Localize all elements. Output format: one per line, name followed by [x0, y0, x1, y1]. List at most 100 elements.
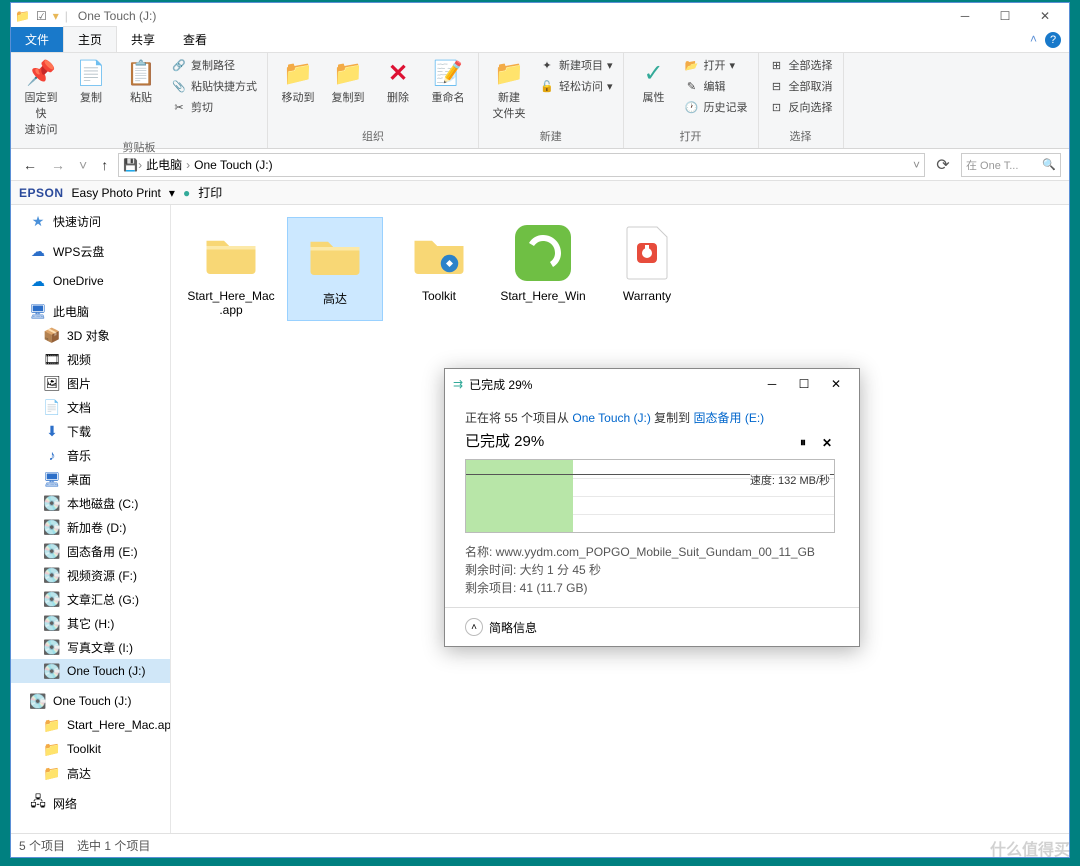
folder-icon: 📁 — [43, 716, 61, 734]
copy-path-button[interactable]: 🔗复制路径 — [167, 55, 261, 75]
watermark: 什么值得买 — [990, 836, 1070, 860]
print-icon: ● — [183, 186, 190, 200]
sidebar-drive-i[interactable]: 💽写真文章 (I:) — [11, 635, 170, 659]
file-item[interactable]: Toolkit — [391, 217, 487, 321]
delete-icon: ✕ — [382, 57, 414, 89]
sidebar-drive-c[interactable]: 💽本地磁盘 (C:) — [11, 491, 170, 515]
disk-icon: 💽 — [43, 614, 61, 632]
sidebar-thispc[interactable]: 🖥此电脑 — [11, 299, 170, 323]
collapse-ribbon-icon[interactable]: ˄ — [1030, 32, 1037, 46]
maximize-button[interactable]: ☐ — [985, 4, 1025, 28]
dest-link[interactable]: 固态备用 (E:) — [694, 411, 765, 425]
sidebar-onetouch[interactable]: 💽One Touch (J:) — [11, 689, 170, 713]
sidebar-pictures[interactable]: 🖼图片 — [11, 371, 170, 395]
picture-icon: 🖼 — [43, 374, 61, 392]
qat-folder-icon[interactable]: ▾ — [53, 9, 59, 23]
brief-info-toggle[interactable]: ˄ 简略信息 — [445, 607, 859, 646]
sidebar-network[interactable]: 🖧网络 — [11, 791, 170, 815]
sidebar-wps[interactable]: ☁WPS云盘 — [11, 239, 170, 263]
cut-button[interactable]: ✂剪切 — [167, 97, 261, 117]
navigation-bar: ← → ˅ ↑ 💾 › 此电脑 › One Touch (J:) ˅ ⟳ 在 O… — [11, 149, 1069, 181]
sidebar-drive-h[interactable]: 💽其它 (H:) — [11, 611, 170, 635]
copy-details: 名称: www.yydm.com_POPGO_Mobile_Suit_Gunda… — [465, 543, 839, 597]
sidebar-drive-e[interactable]: 💽固态备用 (E:) — [11, 539, 170, 563]
doc-icon: 📄 — [43, 398, 61, 416]
sidebar-desktop[interactable]: 🖥桌面 — [11, 467, 170, 491]
pin-button[interactable]: 📌 固定到快 速访问 — [17, 55, 65, 139]
cloud-icon: ☁ — [29, 272, 47, 290]
window-title: One Touch (J:) — [78, 9, 156, 23]
sidebar-onedrive[interactable]: ☁OneDrive — [11, 269, 170, 293]
copy-to-button[interactable]: 📁复制到 — [324, 55, 372, 107]
delete-button[interactable]: ✕删除 — [374, 55, 422, 107]
paste-button[interactable]: 📋 粘贴 — [117, 55, 165, 107]
edit-button[interactable]: ✎编辑 — [680, 76, 752, 96]
crumb-thispc[interactable]: 此电脑 — [142, 156, 186, 173]
move-icon: 📁 — [282, 57, 314, 89]
history-button[interactable]: 🕐历史记录 — [680, 97, 752, 117]
move-to-button[interactable]: 📁移动到 — [274, 55, 322, 107]
tab-file[interactable]: 文件 — [11, 27, 63, 52]
recent-button[interactable]: ˅ — [75, 155, 91, 175]
file-item[interactable]: Warranty — [599, 217, 695, 321]
tab-view[interactable]: 查看 — [169, 27, 221, 52]
back-button[interactable]: ← — [19, 155, 41, 175]
print-button[interactable]: 打印 — [198, 184, 222, 201]
minimize-button[interactable]: ─ — [945, 4, 985, 28]
tab-share[interactable]: 共享 — [117, 27, 169, 52]
easy-access-button[interactable]: 🔓轻松访问 ▾ — [535, 76, 617, 96]
qat-checkbox-icon[interactable]: ☑ — [36, 9, 47, 23]
ribbon-tabs: 文件 主页 共享 查看 ˄ ? — [11, 29, 1069, 53]
sidebar-drive-j[interactable]: 💽One Touch (J:) — [11, 659, 170, 683]
refresh-button[interactable]: ⟳ — [931, 155, 955, 175]
path-icon: 🔗 — [171, 57, 187, 73]
crumb-drive[interactable]: One Touch (J:) — [190, 158, 276, 172]
up-button[interactable]: ↑ — [97, 155, 112, 175]
easy-icon: 🔓 — [539, 78, 555, 94]
copyto-icon: 📁 — [332, 57, 364, 89]
sidebar-music[interactable]: ♪音乐 — [11, 443, 170, 467]
file-item[interactable]: Start_Here_Mac.app — [183, 217, 279, 321]
properties-button[interactable]: ✓属性 — [630, 55, 678, 107]
dialog-maximize-button[interactable]: ☐ — [789, 377, 819, 391]
source-link[interactable]: One Touch (J:) — [572, 411, 650, 425]
file-item[interactable]: Start_Here_Win — [495, 217, 591, 321]
select-none-button[interactable]: ⊟全部取消 — [765, 76, 837, 96]
sidebar-ot-mac[interactable]: 📁Start_Here_Mac.ap — [11, 713, 170, 737]
rename-button[interactable]: 📝重命名 — [424, 55, 472, 107]
disk-icon: 💽 — [43, 494, 61, 512]
sidebar-downloads[interactable]: ⬇下载 — [11, 419, 170, 443]
file-item[interactable]: 高达 — [287, 217, 383, 321]
dialog-close-button[interactable]: ✕ — [821, 377, 851, 391]
invert-icon: ⊡ — [769, 99, 785, 115]
sidebar-3d[interactable]: 📦3D 对象 — [11, 323, 170, 347]
tab-home[interactable]: 主页 — [63, 26, 117, 52]
pause-button[interactable]: ⏸ — [791, 435, 815, 450]
dialog-minimize-button[interactable]: ─ — [757, 377, 787, 391]
file-name: Start_Here_Win — [500, 289, 585, 303]
file-name: 高达 — [323, 290, 347, 307]
sidebar-drive-g[interactable]: 💽文章汇总 (G:) — [11, 587, 170, 611]
epson-toolbar: EPSON Easy Photo Print ▾ ● 打印 — [11, 181, 1069, 205]
sidebar-drive-d[interactable]: 💽新加卷 (D:) — [11, 515, 170, 539]
sidebar-documents[interactable]: 📄文档 — [11, 395, 170, 419]
cancel-button[interactable]: ✕ — [815, 436, 839, 450]
paste-shortcut-button[interactable]: 📎粘贴快捷方式 — [167, 76, 261, 96]
sidebar-videos[interactable]: 🎞视频 — [11, 347, 170, 371]
sidebar-quick-access[interactable]: ★快速访问 — [11, 209, 170, 233]
sidebar-ot-gundam[interactable]: 📁高达 — [11, 761, 170, 785]
sidebar-drive-f[interactable]: 💽视频资源 (F:) — [11, 563, 170, 587]
sidebar-ot-toolkit[interactable]: 📁Toolkit — [11, 737, 170, 761]
help-icon[interactable]: ? — [1045, 32, 1061, 48]
invert-button[interactable]: ⊡反向选择 — [765, 97, 837, 117]
forward-button[interactable]: → — [47, 155, 69, 175]
copy-button[interactable]: 📄 复制 — [67, 55, 115, 107]
new-folder-button[interactable]: 📁新建 文件夹 — [485, 55, 533, 123]
new-item-button[interactable]: ✦新建项目 ▾ — [535, 55, 617, 75]
close-button[interactable]: ✕ — [1025, 4, 1065, 28]
open-label: 打开 — [680, 128, 702, 146]
open-button[interactable]: 📂打开 ▾ — [680, 55, 752, 75]
search-input[interactable]: 在 One T... 🔍 — [961, 153, 1061, 177]
address-bar[interactable]: 💾 › 此电脑 › One Touch (J:) ˅ — [118, 153, 925, 177]
select-all-button[interactable]: ⊞全部选择 — [765, 55, 837, 75]
